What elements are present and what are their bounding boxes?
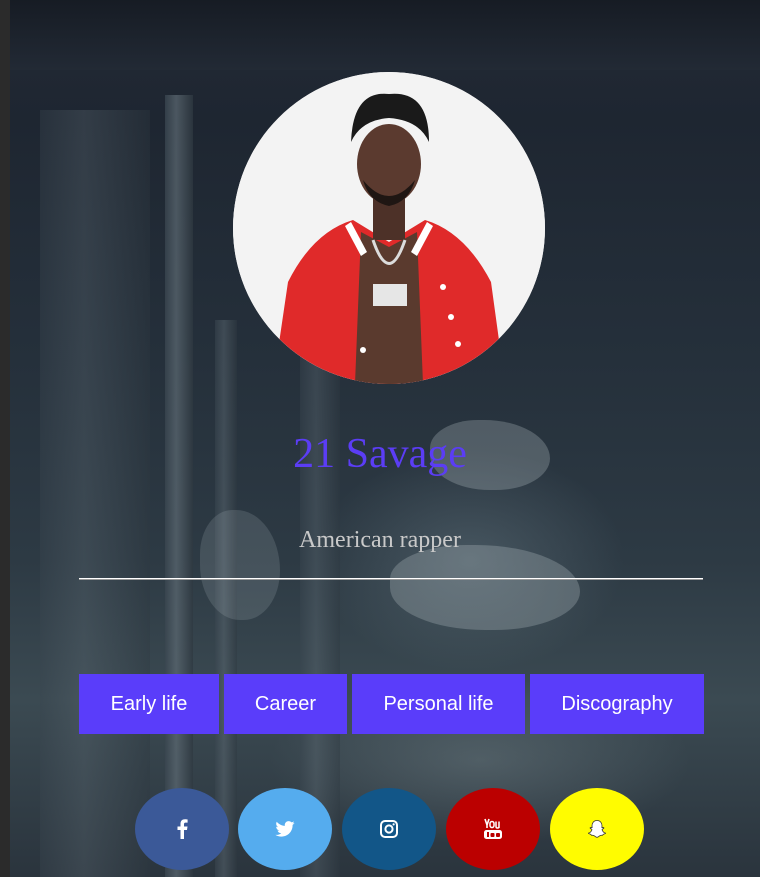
snapchat-button[interactable] [550, 788, 644, 870]
instagram-icon [380, 820, 398, 838]
artist-subtitle: American rapper [299, 527, 461, 553]
divider [79, 578, 703, 580]
snapchat-icon [587, 820, 607, 838]
nav-early-life-button[interactable]: Early life [79, 674, 219, 734]
nav-career-button[interactable]: Career [224, 674, 347, 734]
facebook-icon [177, 819, 188, 839]
background-pillar [40, 110, 150, 877]
instagram-button[interactable] [342, 788, 436, 870]
profile-avatar [233, 72, 545, 384]
section-nav: Early life Career Personal life Discogra… [0, 674, 760, 734]
artist-name: 21 Savage [293, 431, 467, 477]
youtube-button[interactable] [446, 788, 540, 870]
twitter-icon [275, 821, 295, 837]
profile-page: 21 Savage American rapper Early life Car… [0, 0, 760, 877]
twitter-button[interactable] [238, 788, 332, 870]
youtube-icon [484, 818, 502, 839]
background-pillar [165, 95, 193, 877]
background-pillar [300, 300, 340, 877]
background-ceiling [10, 0, 760, 70]
nav-personal-life-button[interactable]: Personal life [352, 674, 525, 734]
facebook-button[interactable] [135, 788, 229, 870]
portrait-photo [233, 72, 545, 384]
nav-discography-button[interactable]: Discography [530, 674, 704, 734]
